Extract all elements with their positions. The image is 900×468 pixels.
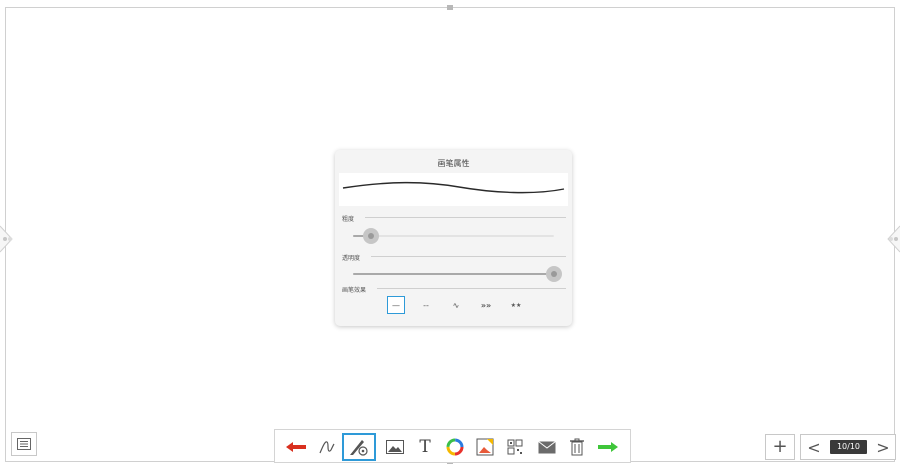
opacity-divider xyxy=(371,256,566,257)
trash-icon xyxy=(570,438,584,456)
color-wheel-icon xyxy=(446,438,464,456)
qr-code-icon xyxy=(507,439,523,455)
thickness-slider[interactable] xyxy=(353,228,554,244)
text-icon: T xyxy=(419,437,431,457)
opacity-label: 透明度 xyxy=(342,255,361,262)
pen-button[interactable] xyxy=(312,433,342,461)
effect-label: 画笔效果 xyxy=(342,287,367,294)
solid-line-glyph: — xyxy=(392,300,400,310)
pen-properties-panel: 画笔属性 粗度 透明度 画笔效果 — -- ∿ »» ★★ xyxy=(335,150,572,326)
color-button[interactable] xyxy=(440,433,470,461)
thickness-label: 粗度 xyxy=(342,216,355,223)
opacity-slider[interactable] xyxy=(353,266,562,282)
delete-button[interactable] xyxy=(562,433,592,461)
qr-code-button[interactable] xyxy=(500,433,530,461)
mail-button[interactable] xyxy=(532,433,562,461)
previous-page-button[interactable]: < xyxy=(801,435,827,459)
panel-title: 画笔属性 xyxy=(437,159,470,168)
opacity-slider-knob[interactable] xyxy=(546,266,562,282)
thickness-slider-knob[interactable] xyxy=(363,228,380,244)
pen-settings-button[interactable] xyxy=(342,433,376,461)
menu-button[interactable] xyxy=(11,432,37,456)
mail-icon xyxy=(538,440,556,453)
left-side-tab[interactable] xyxy=(0,222,14,256)
chevron-right-icon: > xyxy=(876,437,890,457)
effect-solid-line[interactable]: — xyxy=(387,296,405,314)
page-navigator: < 10/10 > xyxy=(800,434,896,460)
image-button[interactable] xyxy=(380,433,410,461)
background-button[interactable] xyxy=(470,433,500,461)
pen-settings-icon xyxy=(350,440,368,456)
top-resize-handle[interactable] xyxy=(447,5,453,10)
undo-arrow-icon xyxy=(286,442,306,452)
whiteboard-screen: 画笔属性 粗度 透明度 画笔效果 — -- ∿ »» ★★ T + < 10/1… xyxy=(0,0,900,468)
thickness-divider xyxy=(365,217,566,218)
bottom-toolbar: T xyxy=(274,429,631,463)
right-side-tab[interactable] xyxy=(886,222,900,256)
effect-divider xyxy=(377,288,566,289)
chevron-left-icon: < xyxy=(807,437,821,457)
star-line-glyph: ★★ xyxy=(510,301,522,309)
dashed-line-glyph: -- xyxy=(423,300,429,310)
list-icon xyxy=(17,438,31,450)
wave-line-glyph: ∿ xyxy=(452,300,460,310)
redo-arrow-icon xyxy=(598,442,618,452)
pen-effect-options: — -- ∿ »» ★★ xyxy=(387,296,537,314)
image-icon xyxy=(386,440,404,454)
next-page-button[interactable]: > xyxy=(871,435,895,459)
undo-button[interactable] xyxy=(281,433,311,461)
effect-wave-line[interactable]: ∿ xyxy=(447,296,465,314)
redo-button[interactable] xyxy=(593,433,623,461)
stroke-preview-curve xyxy=(342,181,565,194)
arrow-line-glyph: »» xyxy=(480,300,492,310)
add-page-button[interactable]: + xyxy=(765,434,795,460)
pen-icon xyxy=(319,441,335,454)
plus-icon: + xyxy=(772,436,788,457)
effect-star-line[interactable]: ★★ xyxy=(507,296,525,314)
effect-arrow-line[interactable]: »» xyxy=(477,296,495,314)
effect-dashed-line[interactable]: -- xyxy=(417,296,435,314)
background-icon xyxy=(476,438,494,456)
text-button[interactable]: T xyxy=(410,433,440,461)
page-counter: 10/10 xyxy=(830,440,867,454)
stroke-preview xyxy=(339,173,568,206)
